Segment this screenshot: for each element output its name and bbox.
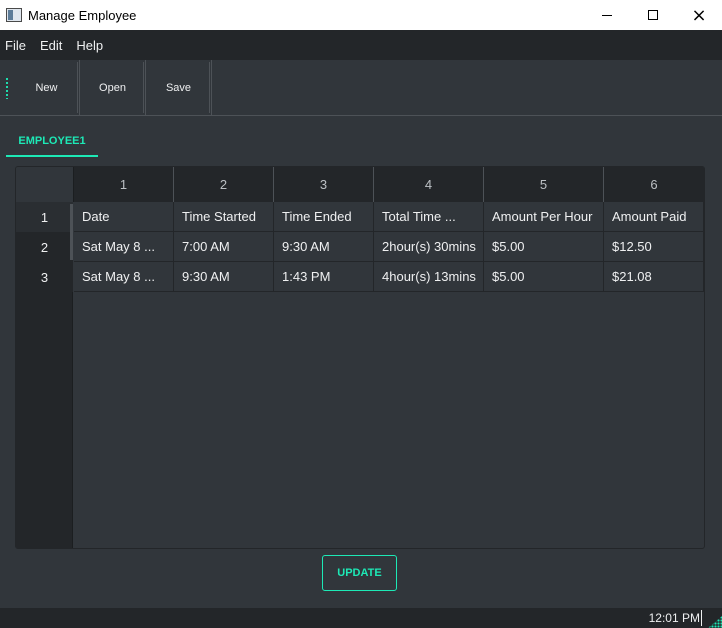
column-header-6[interactable]: 6 [604, 167, 704, 202]
column-header-5[interactable]: 5 [484, 167, 604, 202]
maximize-button[interactable] [630, 0, 676, 30]
grip-dots-icon [5, 76, 9, 99]
table-cell[interactable]: Amount Per Hour [484, 202, 604, 232]
employee-table: 1 2 3 4 5 6 1 2 3 Date Time Started Time… [15, 166, 705, 549]
table-cell[interactable]: 9:30 AM [174, 262, 274, 292]
table-cell[interactable]: $12.50 [604, 232, 704, 262]
window-controls: × [584, 0, 722, 30]
row-header-2[interactable]: 2 [16, 232, 73, 262]
status-separator [701, 610, 702, 626]
toolbar-grip-handle[interactable] [0, 60, 14, 115]
column-header-3[interactable]: 3 [274, 167, 374, 202]
table-cell[interactable]: $5.00 [484, 262, 604, 292]
column-header-2[interactable]: 2 [174, 167, 274, 202]
column-header-4[interactable]: 4 [374, 167, 484, 202]
menu-edit[interactable]: Edit [33, 38, 69, 53]
toolbar: New Open Save [0, 60, 722, 116]
row-header-1[interactable]: 1 [16, 202, 73, 232]
table-cell[interactable]: Time Ended [274, 202, 374, 232]
minimize-icon [602, 14, 612, 16]
open-button[interactable]: Open [80, 60, 146, 115]
maximize-icon [648, 10, 658, 20]
close-icon: × [691, 4, 707, 26]
status-bar: 12:01 PM [0, 608, 722, 628]
app-window-icon [6, 8, 22, 22]
table-cell[interactable]: Total Time ... [374, 202, 484, 232]
table-cell[interactable]: 9:30 AM [274, 232, 374, 262]
table-cell[interactable]: $21.08 [604, 262, 704, 292]
table-cell[interactable]: 7:00 AM [174, 232, 274, 262]
tab-employee1[interactable]: EMPLOYEE1 [6, 126, 98, 157]
row-header-3[interactable]: 3 [16, 262, 73, 292]
column-header-1[interactable]: 1 [74, 167, 174, 202]
minimize-button[interactable] [584, 0, 630, 30]
save-button[interactable]: Save [146, 60, 212, 115]
table-cell[interactable]: 4hour(s) 13mins [374, 262, 484, 292]
new-button[interactable]: New [14, 60, 80, 115]
table-cell[interactable]: Amount Paid [604, 202, 704, 232]
table-cell[interactable]: Sat May 8 ... [74, 262, 174, 292]
window-titlebar: Manage Employee × [0, 0, 722, 30]
menu-bar: File Edit Help [0, 30, 722, 60]
table-cell[interactable]: 1:43 PM [274, 262, 374, 292]
table-cell[interactable]: $5.00 [484, 232, 604, 262]
table-cell[interactable]: Sat May 8 ... [74, 232, 174, 262]
update-button[interactable]: UPDATE [322, 555, 397, 591]
menu-help[interactable]: Help [69, 38, 110, 53]
table-cell[interactable]: Date [74, 202, 174, 232]
table-cell[interactable]: 2hour(s) 30mins [374, 232, 484, 262]
clock-label: 12:01 PM [648, 611, 700, 625]
table-corner-button[interactable] [16, 167, 74, 202]
menu-file[interactable]: File [0, 38, 33, 53]
resize-grip-icon[interactable] [708, 616, 722, 628]
table-cell[interactable]: Time Started [174, 202, 274, 232]
row-header-scroll-indicator [70, 204, 73, 260]
close-button[interactable]: × [676, 0, 722, 30]
window-title: Manage Employee [28, 7, 137, 23]
